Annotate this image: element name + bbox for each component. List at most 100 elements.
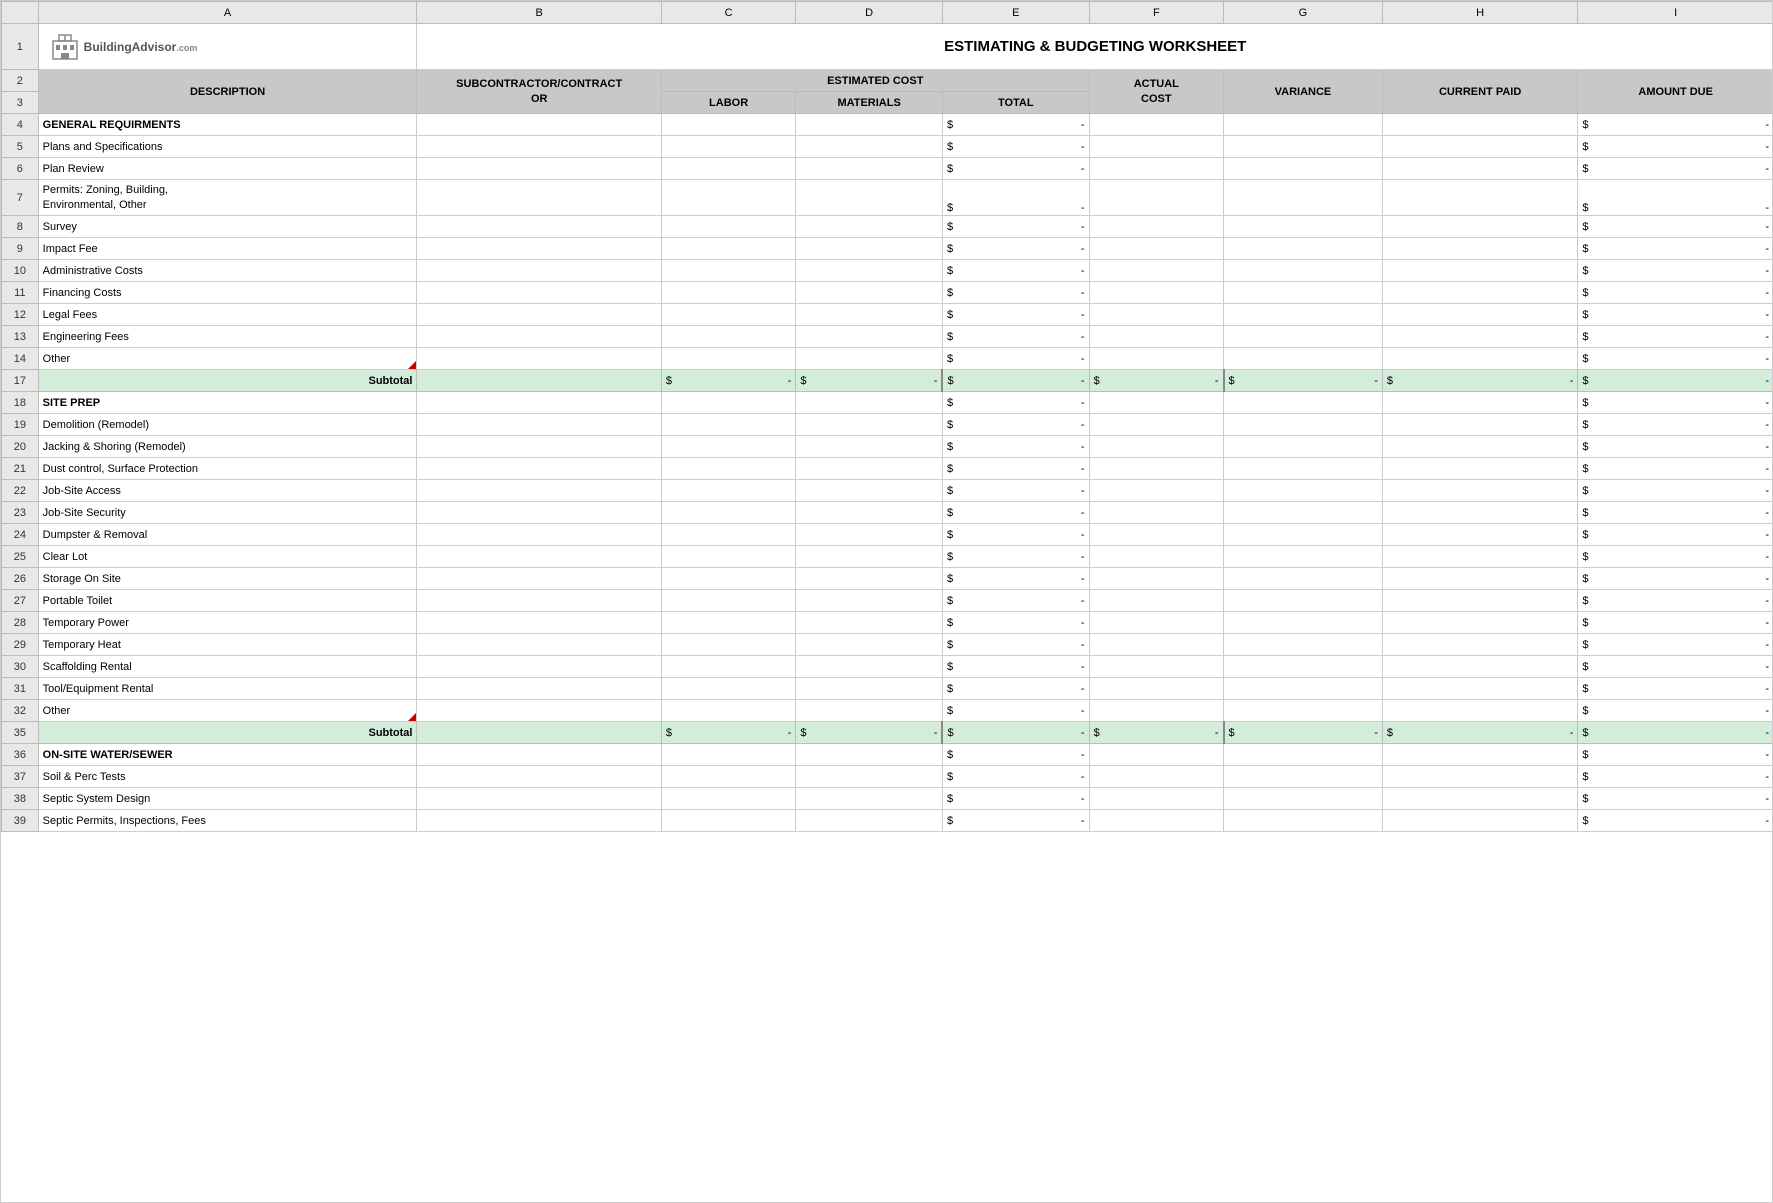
cell-20g[interactable] [1224,436,1383,458]
cell-38i[interactable]: $- [1578,788,1773,810]
cell-37b[interactable] [417,766,661,788]
cell-6a[interactable]: Plan Review [38,158,417,180]
subtotal-1e[interactable]: $- [942,370,1089,392]
cell-32i[interactable]: $- [1578,700,1773,722]
cell-39i[interactable]: $- [1578,810,1773,832]
cell-25h[interactable] [1382,546,1578,568]
cell-10f[interactable] [1089,260,1223,282]
cell-39e[interactable]: $- [942,810,1089,832]
cell-31b[interactable] [417,678,661,700]
subtotal-2i[interactable]: $- [1578,722,1773,744]
cell-37f[interactable] [1089,766,1223,788]
cell-27b[interactable] [417,590,661,612]
cell-5h[interactable] [1382,136,1578,158]
cell-26i[interactable]: $- [1578,568,1773,590]
cell-11f[interactable] [1089,282,1223,304]
subtotal-2f[interactable]: $- [1089,722,1223,744]
cell-18b[interactable] [417,392,661,414]
cell-8c[interactable] [661,216,795,238]
cell-8g[interactable] [1224,216,1383,238]
cell-21d[interactable] [796,458,943,480]
cell-21h[interactable] [1382,458,1578,480]
cell-11g[interactable] [1224,282,1383,304]
cell-38f[interactable] [1089,788,1223,810]
cell-29i[interactable]: $- [1578,634,1773,656]
cell-25a[interactable]: Clear Lot [38,546,417,568]
cell-36i[interactable]: $- [1578,744,1773,766]
cell-30e[interactable]: $- [942,656,1089,678]
cell-20f[interactable] [1089,436,1223,458]
cell-28g[interactable] [1224,612,1383,634]
cell-21i[interactable]: $- [1578,458,1773,480]
cell-12h[interactable] [1382,304,1578,326]
cell-12g[interactable] [1224,304,1383,326]
cell-10a[interactable]: Administrative Costs [38,260,417,282]
cell-24g[interactable] [1224,524,1383,546]
cell-28i[interactable]: $- [1578,612,1773,634]
cell-18h[interactable] [1382,392,1578,414]
cell-13i[interactable]: $- [1578,326,1773,348]
cell-19h[interactable] [1382,414,1578,436]
cell-4i[interactable]: $- [1578,114,1773,136]
cell-24a[interactable]: Dumpster & Removal [38,524,417,546]
cell-12a[interactable]: Legal Fees [38,304,417,326]
cell-31e[interactable]: $- [942,678,1089,700]
cell-23e[interactable]: $- [942,502,1089,524]
cell-24f[interactable] [1089,524,1223,546]
cell-38h[interactable] [1382,788,1578,810]
cell-28c[interactable] [661,612,795,634]
cell-7b[interactable] [417,180,661,216]
cell-38a[interactable]: Septic System Design [38,788,417,810]
cell-27i[interactable]: $- [1578,590,1773,612]
cell-9h[interactable] [1382,238,1578,260]
cell-10b[interactable] [417,260,661,282]
cell-19i[interactable]: $- [1578,414,1773,436]
cell-7e[interactable]: $- [942,180,1089,216]
cell-14f[interactable] [1089,348,1223,370]
cell-5g[interactable] [1224,136,1383,158]
cell-30g[interactable] [1224,656,1383,678]
cell-36d[interactable] [796,744,943,766]
cell-22i[interactable]: $- [1578,480,1773,502]
cell-36b[interactable] [417,744,661,766]
cell-22a[interactable]: Job-Site Access [38,480,417,502]
cell-13a[interactable]: Engineering Fees [38,326,417,348]
cell-8b[interactable] [417,216,661,238]
cell-9d[interactable] [796,238,943,260]
cell-18d[interactable] [796,392,943,414]
cell-38e[interactable]: $- [942,788,1089,810]
cell-26f[interactable] [1089,568,1223,590]
cell-30i[interactable]: $- [1578,656,1773,678]
cell-9c[interactable] [661,238,795,260]
cell-9f[interactable] [1089,238,1223,260]
cell-26a[interactable]: Storage On Site [38,568,417,590]
cell-7g[interactable] [1224,180,1383,216]
cell-6g[interactable] [1224,158,1383,180]
cell-27e[interactable]: $- [942,590,1089,612]
cell-23d[interactable] [796,502,943,524]
subtotal-1g[interactable]: $- [1224,370,1383,392]
cell-11e[interactable]: $- [942,282,1089,304]
cell-11i[interactable]: $- [1578,282,1773,304]
cell-25i[interactable]: $- [1578,546,1773,568]
cell-32e[interactable]: $- [942,700,1089,722]
cell-29a[interactable]: Temporary Heat [38,634,417,656]
cell-25e[interactable]: $- [942,546,1089,568]
cell-4e[interactable]: $- [942,114,1089,136]
cell-26b[interactable] [417,568,661,590]
cell-23b[interactable] [417,502,661,524]
cell-29h[interactable] [1382,634,1578,656]
cell-6h[interactable] [1382,158,1578,180]
cell-36c[interactable] [661,744,795,766]
cell-29d[interactable] [796,634,943,656]
cell-6d[interactable] [796,158,943,180]
cell-38b[interactable] [417,788,661,810]
cell-30b[interactable] [417,656,661,678]
cell-8a[interactable]: Survey [38,216,417,238]
cell-10c[interactable] [661,260,795,282]
cell-6c[interactable] [661,158,795,180]
cell-39d[interactable] [796,810,943,832]
cell-38g[interactable] [1224,788,1383,810]
cell-13g[interactable] [1224,326,1383,348]
cell-22e[interactable]: $- [942,480,1089,502]
